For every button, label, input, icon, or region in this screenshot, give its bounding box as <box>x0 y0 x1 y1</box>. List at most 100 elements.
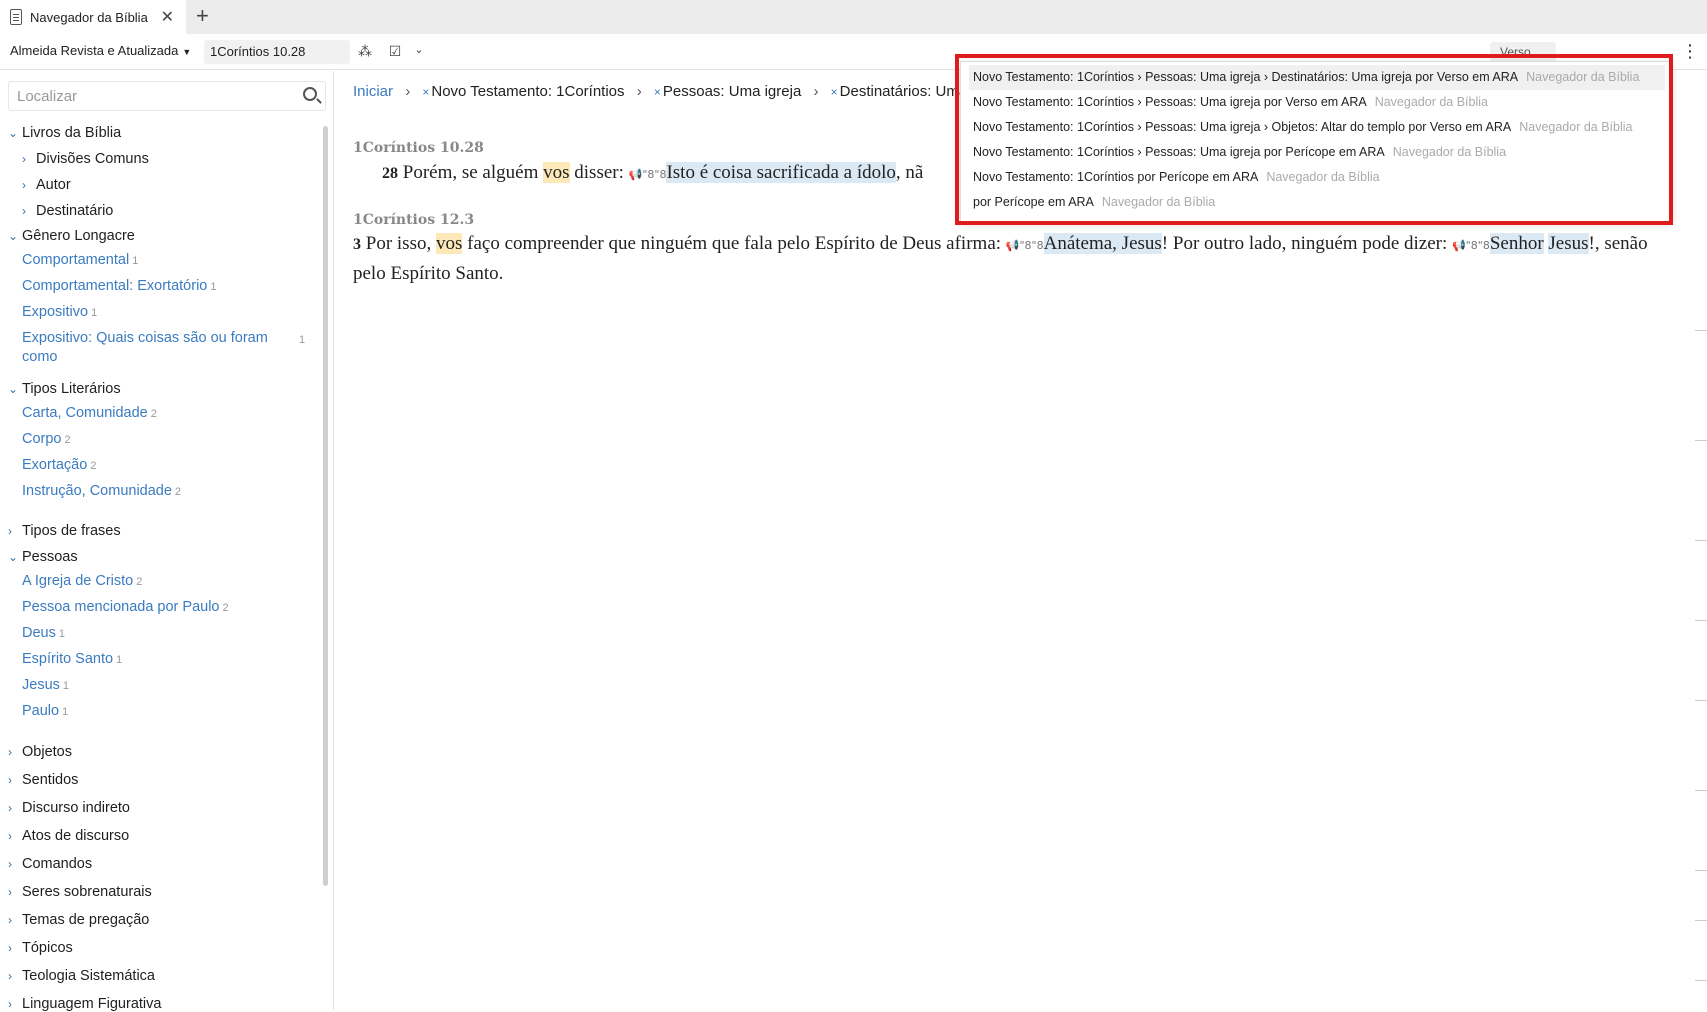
tree-leaf[interactable]: Corpo 2 <box>22 430 71 450</box>
highlighted-word[interactable]: vos <box>435 233 463 254</box>
chevron-down-icon[interactable]: ⌄ <box>410 43 428 61</box>
tree-node-topics[interactable]: › Tópicos <box>8 940 73 956</box>
verse-text: 28 Porém, se alguém vos disser: 📢"8"8Ist… <box>382 159 962 189</box>
tree-node-books[interactable]: ⌄ Livros da Bíblia <box>8 125 121 141</box>
tree-leaf[interactable]: Exortação 2 <box>22 456 96 476</box>
remove-filter-icon[interactable]: × <box>422 85 429 99</box>
chevron-right-icon: › <box>8 941 12 955</box>
tree-node-people[interactable]: ⌄ Pessoas <box>8 549 78 565</box>
tree-node-label: Temas de pregação <box>22 912 150 928</box>
tree-node-speech-acts[interactable]: › Atos de discurso <box>8 828 129 844</box>
passage-reference[interactable]: 1Coríntios 12.3 <box>353 212 474 228</box>
sidebar-scrollbar[interactable] <box>323 126 328 886</box>
tree-leaf[interactable]: Pessoa mencionada por Paulo 2 <box>22 598 229 618</box>
tree-node-commands[interactable]: › Comandos <box>8 856 92 872</box>
tree-node-senses[interactable]: › Sentidos <box>8 772 78 788</box>
more-options-icon[interactable]: ⋮ <box>1681 42 1699 60</box>
tree-leaf[interactable]: Paulo 1 <box>22 702 68 722</box>
tree-leaf[interactable]: Expositivo: Quais coisas são ou foram co… <box>22 329 305 367</box>
dropdown-item-source: Navegador da Bíblia <box>1266 170 1380 184</box>
tree-node-label: Destinatário <box>36 203 114 219</box>
leaf-label: Espírito Santo <box>22 651 114 667</box>
chevron-down-icon: ⌄ <box>8 229 19 243</box>
new-tab-button[interactable]: + <box>196 4 209 28</box>
dropdown-item[interactable]: Novo Testamento: 1Coríntios › Pessoas: U… <box>969 140 1665 165</box>
highlighted-quote[interactable]: Senhor <box>1489 233 1544 254</box>
leaf-label: Deus <box>22 625 56 641</box>
leaf-label: Pessoa mencionada por Paulo <box>22 599 220 615</box>
tree-node-author[interactable]: › Autor <box>22 177 71 193</box>
search-icon[interactable] <box>303 87 317 101</box>
chevron-down-icon: ⌄ <box>8 382 19 396</box>
dropdown-item-text: por Perícope em ARA <box>973 195 1094 209</box>
bible-version-select[interactable]: Almeida Revista e Atualizada ▼ <box>10 43 191 58</box>
dropdown-item-text: Novo Testamento: 1Coríntios › Pessoas: U… <box>973 95 1367 109</box>
tree-node-label: Sentidos <box>22 772 79 788</box>
tree-leaf[interactable]: Deus 1 <box>22 624 65 644</box>
chevron-down-icon: ⌄ <box>8 550 19 564</box>
speech-icon: 📢"8"8 <box>1452 239 1490 252</box>
dropdown-item[interactable]: Novo Testamento: 1Coríntios por Perícope… <box>969 165 1665 190</box>
tree-node-supernatural-beings[interactable]: › Seres sobrenaturais <box>8 884 152 900</box>
tree-node-indirect-speech[interactable]: › Discurso indireto <box>8 800 130 816</box>
tree-leaf[interactable]: A Igreja de Cristo 2 <box>22 572 142 592</box>
chevron-right-icon: › <box>22 178 26 192</box>
tree-node-objects[interactable]: › Objetos <box>8 744 72 760</box>
leaf-label: Comportamental <box>22 252 130 268</box>
tree-node-label: Livros da Bíblia <box>22 125 122 141</box>
verse-text: 3 Por isso, vos faço compreender que nin… <box>353 230 1683 288</box>
highlighted-quote[interactable]: Isto é coisa sacrificada a ídolo <box>666 162 896 183</box>
tree-leaf[interactable]: Instrução, Comunidade 2 <box>22 482 181 502</box>
tree-node-sentence-types[interactable]: › Tipos de frases <box>8 523 121 539</box>
tree-node-longacre-genre[interactable]: ⌄ Gênero Longacre <box>8 228 135 244</box>
highlighted-quote[interactable]: Anátema, Jesus <box>1043 233 1162 254</box>
tree-node-label: Divisões Comuns <box>36 151 149 167</box>
remove-filter-icon[interactable]: × <box>831 85 838 99</box>
tree-leaf[interactable]: Carta, Comunidade 2 <box>22 404 157 424</box>
leaf-label: Carta, Comunidade <box>22 405 148 421</box>
leaf-label: Expositivo: Quais coisas são ou foram co… <box>22 330 268 365</box>
close-tab-icon[interactable]: ✕ <box>161 7 174 27</box>
leaf-count: 1 <box>62 680 70 692</box>
dropdown-item-text: Novo Testamento: 1Coríntios › Pessoas: U… <box>973 145 1385 159</box>
tree-leaf[interactable]: Comportamental 1 <box>22 251 138 271</box>
tree-leaf[interactable]: Jesus 1 <box>22 676 69 696</box>
leaf-label: Paulo <box>22 703 60 719</box>
search-input[interactable]: Localizar <box>8 81 326 111</box>
reference-input[interactable]: 1Coríntios 10.28 <box>204 40 350 64</box>
tree-node-common-divisions[interactable]: › Divisões Comuns <box>22 151 149 167</box>
leaf-count: 1 <box>116 654 123 666</box>
breadcrumb: Iniciar › × Novo Testamento: 1Coríntios ›… <box>353 83 996 100</box>
breadcrumb-home-link[interactable]: Iniciar <box>353 83 393 100</box>
dropdown-item-source: Navegador da Bíblia <box>1519 120 1633 134</box>
tree-leaf[interactable]: Espírito Santo 1 <box>22 650 122 670</box>
dropdown-item[interactable]: por Perícope em ARA Navegador da Bíblia <box>969 190 1665 215</box>
dropdown-item[interactable]: Novo Testamento: 1Coríntios › Pessoas: U… <box>969 90 1665 115</box>
tree-node-literary-types[interactable]: ⌄ Tipos Literários <box>8 381 121 397</box>
tab-bar: Navegador da Bíblia ✕ + <box>0 0 1707 34</box>
group-icon[interactable]: ⁂ <box>356 43 374 61</box>
remove-filter-icon[interactable]: × <box>654 85 661 99</box>
checkbox-icon[interactable]: ☑ <box>386 43 404 61</box>
tree-node-label: Tópicos <box>22 940 73 956</box>
highlighted-word[interactable]: vos <box>543 162 570 183</box>
breadcrumb-separator: › <box>405 83 411 100</box>
dropdown-item[interactable]: Novo Testamento: 1Coríntios › Pessoas: U… <box>969 65 1665 90</box>
verse-number: 28 <box>382 165 398 182</box>
breadcrumb-item[interactable]: Novo Testamento: 1Coríntios <box>431 83 624 100</box>
tree-node-preaching-themes[interactable]: › Temas de pregação <box>8 912 149 928</box>
dropdown-item-source: Navegador da Bíblia <box>1374 95 1488 109</box>
highlighted-quote[interactable]: Jesus <box>1548 233 1589 254</box>
tree-leaf[interactable]: Expositivo 1 <box>22 303 97 323</box>
tree-node-label: Gênero Longacre <box>22 228 135 244</box>
chevron-right-icon: › <box>8 524 12 538</box>
verse-segment: disser: <box>569 162 629 183</box>
tree-node-systematic-theology[interactable]: › Teologia Sistemática <box>8 968 155 984</box>
passage-reference[interactable]: 1Coríntios 10.28 <box>353 140 484 156</box>
tab-bible-browser[interactable]: Navegador da Bíblia ✕ <box>0 0 186 34</box>
dropdown-item[interactable]: Novo Testamento: 1Coríntios › Pessoas: U… <box>969 115 1665 140</box>
tree-leaf[interactable]: Comportamental: Exortatório 1 <box>22 277 216 297</box>
tree-node-recipient[interactable]: › Destinatário <box>22 203 113 219</box>
dropdown-item-source: Navegador da Bíblia <box>1101 195 1216 209</box>
breadcrumb-item[interactable]: Pessoas: Uma igreja <box>663 83 801 100</box>
